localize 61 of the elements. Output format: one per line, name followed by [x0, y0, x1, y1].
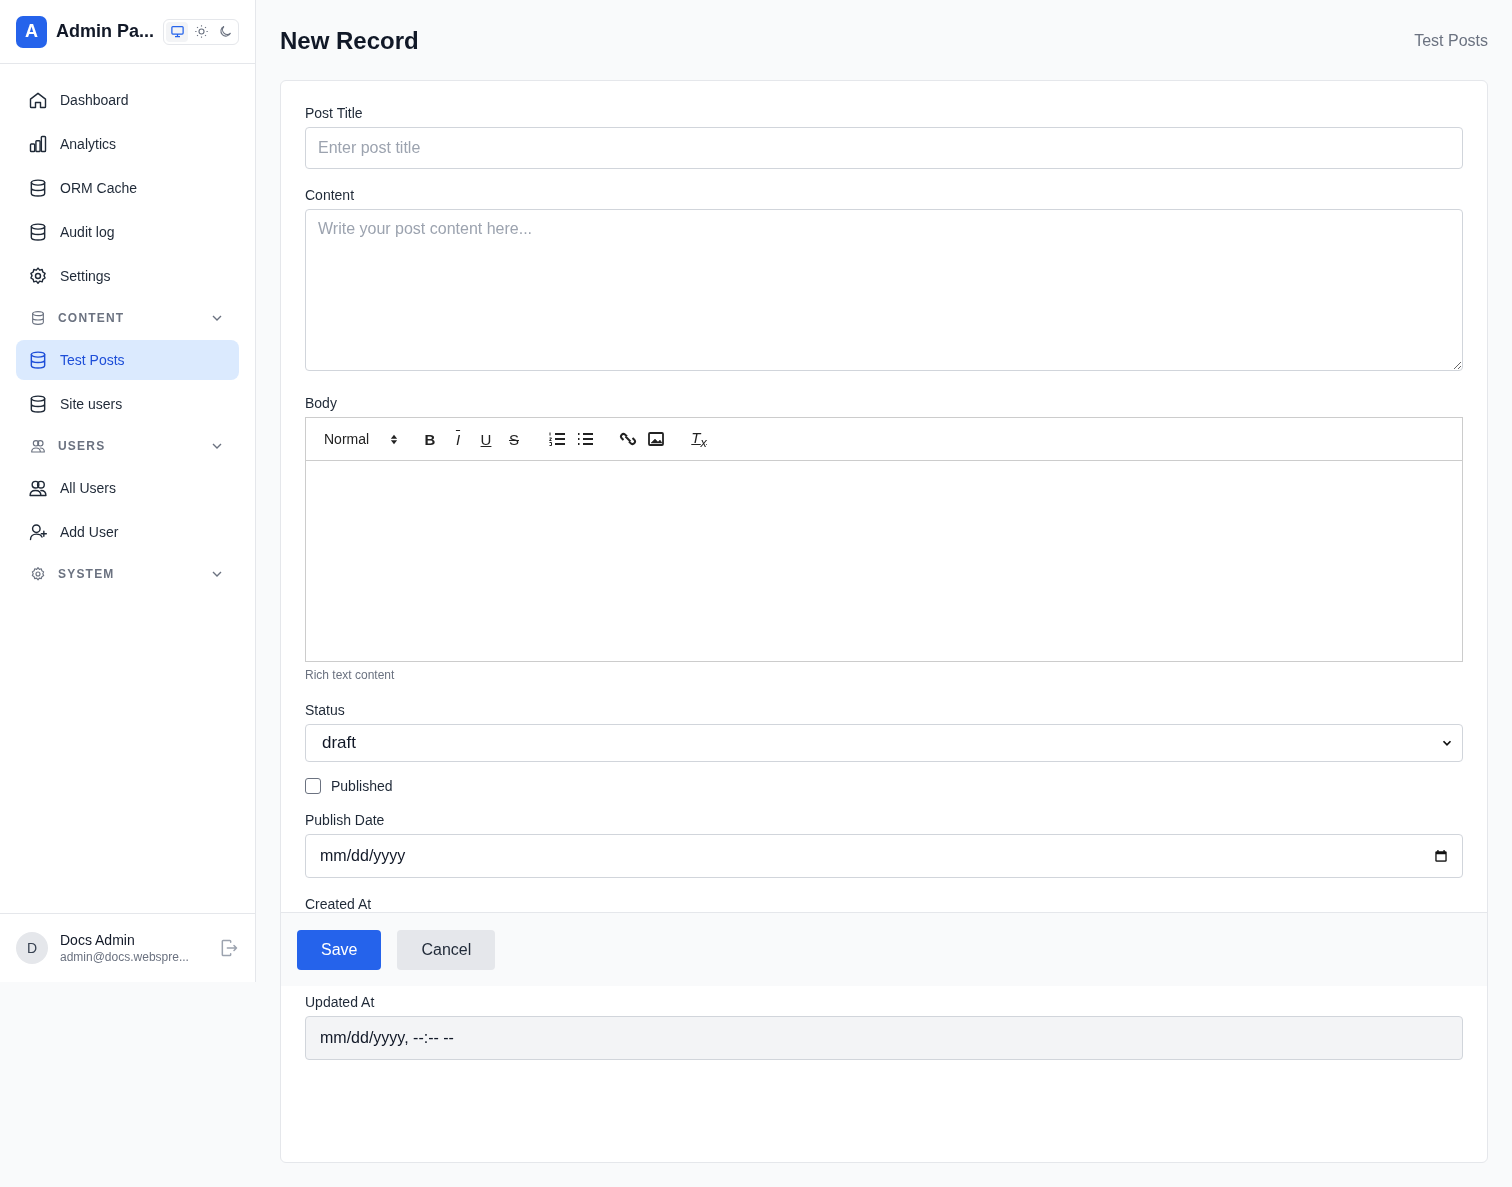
field-label: Post Title [305, 105, 364, 121]
logo: A [16, 15, 47, 48]
field-label: Created At [305, 896, 373, 912]
help-text: Rich text content [305, 668, 396, 682]
nav-item[interactable]: Site users [16, 384, 239, 424]
nav-item[interactable]: Analytics [16, 124, 239, 164]
checkbox[interactable] [305, 778, 321, 794]
checkbox-label: Published [331, 778, 393, 794]
link-icon[interactable] [619, 430, 637, 448]
bold-button[interactable]: B [421, 430, 439, 448]
strike-button[interactable]: S [505, 430, 523, 448]
user-plus-icon [28, 522, 48, 542]
section-header[interactable]: SYSTEM [58, 567, 115, 581]
app-title: Admin Pa... [56, 21, 154, 42]
field-label: Body [305, 395, 338, 411]
image-icon[interactable] [647, 430, 665, 448]
breadcrumb[interactable]: Test Posts [1414, 32, 1488, 50]
nav-item[interactable]: Add User [16, 512, 239, 552]
field-label: Updated At [305, 994, 376, 1010]
text-area[interactable]: Write your post content here... [305, 209, 1463, 371]
clean-button[interactable]: T$_{x}$ [690, 428, 708, 450]
field-label: Status [305, 702, 346, 718]
date-field[interactable]: mm/dd/yyyy [305, 834, 1463, 878]
users-icon [30, 438, 46, 454]
monitor-icon[interactable] [166, 21, 188, 42]
italic-button[interactable]: I [449, 430, 467, 448]
users-icon [28, 478, 48, 498]
database-icon [28, 350, 48, 370]
section-header[interactable]: USERS [58, 439, 106, 453]
save-button[interactable]: Save [297, 929, 382, 970]
format-dropdown[interactable]: Normal [314, 431, 408, 447]
gear-icon [30, 566, 46, 582]
nav-item[interactable]: Settings [16, 256, 239, 296]
field-label: Content [305, 187, 356, 203]
database-icon [28, 394, 48, 414]
home-icon [28, 90, 48, 110]
status-select[interactable]: draft [305, 724, 1463, 762]
numbered-list-icon[interactable] [548, 430, 566, 448]
calendar-icon[interactable] [1434, 849, 1448, 863]
underline-button[interactable]: U [477, 430, 495, 448]
nav-item[interactable]: Audit log [16, 212, 239, 252]
user-avatar: D [16, 932, 48, 964]
cancel-button[interactable]: Cancel [397, 929, 496, 970]
nav-item[interactable]: All Users [16, 468, 239, 508]
sort-arrows-icon [390, 433, 398, 445]
bullet-list-icon[interactable] [576, 430, 594, 448]
gear-icon [28, 266, 48, 286]
database-icon [28, 222, 48, 242]
nav-item[interactable]: Dashboard [16, 80, 239, 120]
chart-icon [28, 134, 48, 154]
user-email: admin@docs.webspre... [60, 950, 189, 964]
database-icon [28, 178, 48, 198]
database-icon [30, 310, 46, 326]
input-field[interactable]: Enter post title [305, 127, 1463, 169]
field-label: Publish Date [305, 812, 386, 828]
section-header[interactable]: CONTENT [58, 311, 125, 325]
user-name: Docs Admin [60, 932, 136, 948]
logout-icon[interactable] [219, 938, 239, 958]
nav-item[interactable]: ORM Cache [16, 168, 239, 208]
nav-item[interactable]: Test Posts [16, 340, 239, 380]
page-title: New Record [280, 27, 419, 55]
